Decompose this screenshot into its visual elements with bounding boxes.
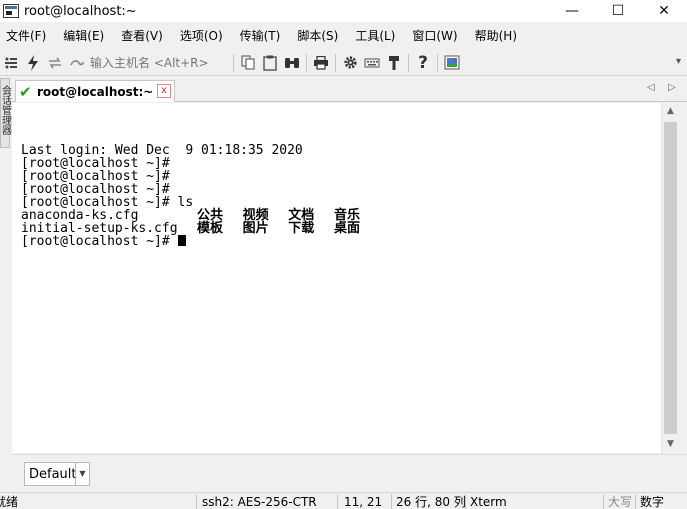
status-divider	[635, 494, 636, 509]
toolbar-chevron-down-icon[interactable]: ▾	[676, 56, 681, 67]
tab-close-icon[interactable]: x	[157, 84, 171, 98]
menu-tools[interactable]: 工具(L)	[347, 24, 404, 48]
connected-check-icon: ✔	[19, 82, 32, 101]
menu-help[interactable]: 帮助(H)	[467, 24, 526, 48]
paste-icon[interactable]	[259, 52, 281, 74]
connect-icon[interactable]	[0, 52, 22, 74]
help-icon[interactable]: ?	[412, 52, 434, 74]
app-icon	[3, 4, 19, 18]
status-divider	[391, 494, 392, 509]
status-divider	[337, 494, 338, 509]
find-icon[interactable]	[281, 52, 303, 74]
scrollbar-thumb[interactable]	[664, 122, 677, 434]
status-divider	[603, 494, 604, 509]
screenshot-icon[interactable]	[441, 52, 463, 74]
terminal-scrollbar[interactable]: ▲ ▼	[661, 103, 678, 453]
command-window-panel: Default ▼	[12, 454, 687, 491]
terminal-cursor	[177, 235, 186, 246]
tab-scroll-right-icon[interactable]: ▷	[668, 82, 676, 93]
host-input[interactable]	[88, 52, 230, 73]
minimize-button[interactable]: —	[549, 0, 595, 22]
menu-options[interactable]: 选项(O)	[172, 24, 232, 48]
keymap-icon[interactable]	[361, 52, 383, 74]
tab-session[interactable]: ✔ root@localhost:~ x	[15, 80, 175, 102]
status-divider	[465, 494, 466, 509]
toolbar-separator	[306, 53, 307, 72]
menu-window[interactable]: 窗口(W)	[404, 24, 466, 48]
menu-file[interactable]: 文件(F)	[0, 24, 55, 48]
status-cursor-position: 11, 21	[344, 495, 383, 509]
session-select-value: Default	[29, 467, 77, 482]
status-ready: 就绪	[0, 495, 19, 509]
menu-bar: 文件(F) 编辑(E) 查看(V) 选项(O) 传输(T) 脚本(S) 工具(L…	[0, 24, 687, 48]
tab-strip: ✔ root@localhost:~ x ◁ ▷	[12, 78, 687, 102]
toolbar-separator	[408, 53, 409, 72]
menu-transfer[interactable]: 传输(T)	[232, 24, 290, 48]
tab-label: root@localhost:~	[37, 84, 154, 99]
status-divider	[196, 494, 197, 509]
status-terminal-size: 26 行, 80 列	[396, 495, 466, 509]
tab-scroll-left-icon[interactable]: ◁	[647, 82, 655, 93]
status-num-lock: 数字	[640, 495, 665, 509]
sftp-icon[interactable]	[383, 52, 405, 74]
status-bar: 就绪 ssh2: AES-256-CTR 11, 21 26 行, 80 列 X…	[0, 492, 687, 509]
status-caps-lock: 大写	[608, 495, 633, 509]
print-icon[interactable]	[310, 52, 332, 74]
close-button[interactable]: ✕	[641, 0, 687, 22]
title-bar: root@localhost:~ — ☐ ✕	[0, 0, 687, 22]
session-select[interactable]: Default ▼	[24, 462, 90, 486]
toolbar-separator	[335, 53, 336, 72]
scroll-up-icon[interactable]: ▲	[662, 103, 679, 120]
session-manager-tab[interactable]: 会话管理器	[0, 78, 11, 148]
menu-script[interactable]: 脚本(S)	[289, 24, 347, 48]
session-manager-label: 会话管理器	[0, 85, 11, 135]
status-terminal-type: Xterm	[470, 495, 507, 509]
chevron-down-icon[interactable]: ▼	[75, 463, 89, 485]
scroll-down-icon[interactable]: ▼	[662, 436, 679, 453]
menu-view[interactable]: 查看(V)	[113, 24, 172, 48]
toolbar-separator	[437, 53, 438, 72]
terminal-ls-dirs: 模板 图片 下载 桌面	[197, 221, 360, 236]
terminal-area[interactable]: Last login: Wed Dec 9 01:18:35 2020 [roo…	[12, 103, 661, 453]
disconnect-icon[interactable]	[66, 52, 88, 74]
toolbar: ? ▾	[0, 50, 687, 76]
quick-connect-icon[interactable]	[22, 52, 44, 74]
menu-edit[interactable]: 编辑(E)	[55, 24, 113, 48]
window-title: root@localhost:~	[24, 3, 137, 19]
terminal-prompt: [root@localhost ~]#	[21, 234, 178, 249]
window-controls: — ☐ ✕	[549, 0, 687, 22]
status-protocol: ssh2: AES-256-CTR	[202, 495, 317, 509]
copy-icon[interactable]	[237, 52, 259, 74]
toolbar-separator	[233, 53, 234, 72]
maximize-button[interactable]: ☐	[595, 0, 641, 22]
reconnect-icon[interactable]	[44, 52, 66, 74]
settings-icon[interactable]	[339, 52, 361, 74]
